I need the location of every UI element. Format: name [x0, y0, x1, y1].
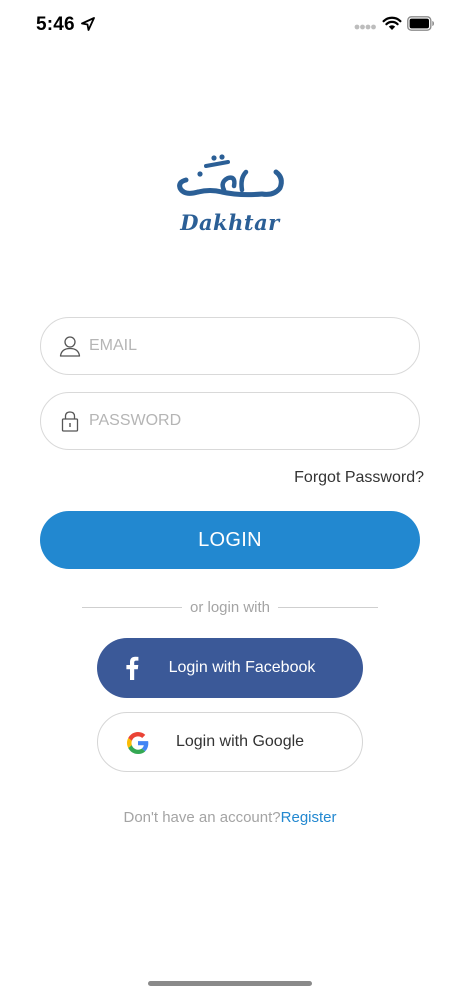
- wifi-icon: [382, 16, 402, 30]
- google-login-button[interactable]: Login with Google: [97, 712, 363, 772]
- password-input[interactable]: [89, 393, 409, 449]
- battery-icon: [407, 16, 434, 31]
- register-row: Don't have an account?Register: [0, 809, 460, 826]
- divider-line-right: [278, 606, 379, 608]
- register-link[interactable]: Register: [281, 809, 337, 826]
- cellular-signal-icon: [354, 24, 376, 30]
- forgot-password-link[interactable]: Forgot Password?: [294, 469, 424, 487]
- email-input[interactable]: [89, 318, 409, 374]
- divider-text: or login with: [189, 598, 271, 616]
- register-prompt: Don't have an account?: [123, 809, 281, 826]
- lock-icon: [61, 411, 79, 432]
- logo-wordmark: Dakhtar: [180, 210, 280, 235]
- login-button[interactable]: LOGIN: [40, 511, 420, 569]
- email-field[interactable]: [40, 317, 420, 375]
- facebook-login-button[interactable]: Login with Facebook: [97, 638, 363, 698]
- status-bar: 5:46: [0, 0, 460, 52]
- app-logo: Dakhtar: [170, 152, 290, 242]
- logo-script-mark: [177, 154, 284, 198]
- divider-line-left: [82, 606, 182, 608]
- user-icon: [59, 336, 81, 357]
- password-field[interactable]: [40, 392, 420, 450]
- facebook-login-label: Login with Facebook: [168, 659, 316, 676]
- or-login-with-divider: or login with: [82, 598, 379, 616]
- home-indicator: [148, 981, 312, 986]
- status-time: 5:46: [36, 14, 75, 35]
- google-login-label: Login with Google: [175, 733, 305, 750]
- location-arrow-icon: [81, 17, 95, 31]
